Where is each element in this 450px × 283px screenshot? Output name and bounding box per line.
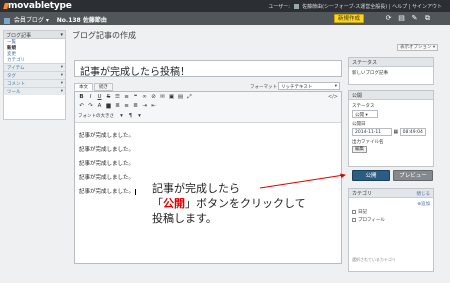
category-panel-header: カテゴリ 閉じる xyxy=(349,189,433,198)
chevron-down-icon: ▾ xyxy=(60,89,63,94)
underline-icon[interactable]: U xyxy=(96,94,103,101)
publish-date-input[interactable]: 2014-11-11 xyxy=(352,128,392,136)
close-link[interactable]: 閉じる xyxy=(417,191,431,197)
publish-panel-header: 公開 xyxy=(349,91,433,100)
new-create-button[interactable]: 新規作成 xyxy=(334,14,365,23)
preview-button[interactable]: プレビュー xyxy=(393,170,433,181)
highlight-icon[interactable]: ▆ xyxy=(105,103,112,110)
avatar[interactable] xyxy=(293,4,299,9)
file-icon[interactable]: ▤ xyxy=(177,94,184,101)
bold-icon[interactable]: B xyxy=(78,94,85,101)
sidebar-section-item[interactable]: アイテム ▾ xyxy=(4,63,65,71)
sidebar-section-tools[interactable]: ツール ▾ xyxy=(4,87,65,95)
publish-panel: 公開 ステータス 公開 ▾ 公開日 2014-11-11 ▦ 08:49:04 … xyxy=(348,90,434,167)
view-site-icon[interactable]: ⧉ xyxy=(424,15,431,22)
editor-tabs: 本文 続き xyxy=(74,83,114,91)
status-value: 新しいブログ記事 xyxy=(352,71,388,76)
annotation-arrow-icon xyxy=(259,173,346,189)
email-icon[interactable]: ✉ xyxy=(159,94,166,101)
category-panel: カテゴリ 閉じる ⊕追加 日記 プロフィール 選択されているカテゴリ xyxy=(348,188,434,272)
indent-icon[interactable]: ⇥ xyxy=(141,103,148,110)
paragraph-icon[interactable]: ¶ xyxy=(127,113,134,120)
add-category-link[interactable]: 追加 xyxy=(421,202,430,207)
user-label: ユーザー: xyxy=(268,4,290,10)
undo-icon[interactable]: ↶ xyxy=(78,103,85,110)
edit-icon[interactable]: ✎ xyxy=(411,15,418,22)
edit-filename-button[interactable]: 編集 xyxy=(352,146,367,153)
entry-number: No.138 佐藤節由 xyxy=(56,17,107,24)
text-color-icon[interactable]: A xyxy=(96,103,103,110)
publish-button[interactable]: 公開 xyxy=(352,170,390,181)
site-selector[interactable]: 会員ブログ ▾ No.138 佐藤節由 xyxy=(4,15,107,24)
category-checkbox[interactable] xyxy=(352,217,356,222)
font-size-select[interactable]: フォントの大きさ xyxy=(78,113,114,119)
status-panel-header: ステータス xyxy=(349,58,433,67)
source-code-icon[interactable]: </> xyxy=(328,94,338,100)
chevron-down-icon: ▾ xyxy=(365,113,368,118)
status-panel: ステータス 新しいブログ記事 xyxy=(348,57,434,85)
unlink-icon[interactable]: ⊘ xyxy=(150,94,157,101)
tab-more[interactable]: 続き xyxy=(94,83,113,91)
display-options-button[interactable]: 表示オプション ▾ xyxy=(397,44,439,51)
chevron-down-icon: ▾ xyxy=(334,84,337,89)
italic-icon[interactable]: I xyxy=(87,94,94,101)
strikethrough-icon[interactable]: S xyxy=(105,94,112,101)
page-title: ブログ記事の作成 xyxy=(72,31,136,40)
sidebar-section-comment[interactable]: コメント ▾ xyxy=(4,79,65,87)
tab-body[interactable]: 本文 xyxy=(74,83,93,91)
user-menu: ユーザー: 佐藤節由(シーフォーブ-ス運営全般長) | ヘルプ | サインアウト xyxy=(268,4,442,10)
text-cursor xyxy=(135,188,137,195)
category-item[interactable]: 日記 xyxy=(352,209,430,215)
chevron-down-icon: ▾ xyxy=(60,73,63,78)
signout-link[interactable]: サインアウト xyxy=(412,4,442,10)
bullet-list-icon[interactable]: ☰ xyxy=(114,94,121,101)
format-label: フォーマット xyxy=(250,85,277,90)
annotation-line-2: 「公開」ボタンをクリックして xyxy=(152,197,306,210)
filename-label: 出力ファイル名 xyxy=(352,140,384,145)
quote-icon[interactable]: ❝ xyxy=(132,94,139,101)
numbered-list-icon[interactable]: ≡ xyxy=(123,94,130,101)
help-link[interactable]: ヘルプ xyxy=(392,4,407,10)
selected-categories-note: 選択されているカテゴリ xyxy=(352,257,396,262)
sidebar-menu: ブログ記事 ▾ 一覧 新規 変更 カテゴリ アイテム ▾ タグ ▾ コメント ▾ ツー… xyxy=(3,30,66,120)
user-icon[interactable]: ▤ xyxy=(398,15,405,22)
body-line: 記事が完成しました。 xyxy=(79,133,135,139)
sidebar-section-tag[interactable]: タグ ▾ xyxy=(4,71,65,79)
sidebar-header[interactable]: ブログ記事 ▾ xyxy=(4,31,65,39)
home-icon xyxy=(4,17,10,24)
redo-icon[interactable]: ↷ xyxy=(87,103,94,110)
category-checkbox[interactable] xyxy=(352,209,356,214)
publish-time-input[interactable]: 08:49:04 xyxy=(399,128,426,136)
fullscreen-icon[interactable]: ⤢ xyxy=(186,94,193,101)
status-label: ステータス xyxy=(352,104,375,109)
body-line: 記事が完成しました。 xyxy=(79,161,135,167)
editor-toolbar: B I U S ☰ ≡ ❝ ∞ ⊘ ✉ ▣ ▤ ⤢ </> ↶ ↷ A ▆ ≣ ≡ ≣ ⇥ ⇤ フォントの大きさ ▾ ¶ ▾ xyxy=(75,92,341,123)
category-item[interactable]: プロフィール xyxy=(352,217,430,223)
align-left-icon[interactable]: ≣ xyxy=(114,103,121,110)
publish-date-label: 公開日 xyxy=(352,122,366,127)
entry-title-input[interactable]: 記事が完成したら投稿！ xyxy=(74,60,342,78)
link-icon[interactable]: ∞ xyxy=(141,94,148,101)
body-line: 記事が完成しました。 xyxy=(79,147,135,153)
user-name-link[interactable]: 佐藤節由(シーフォーブ-ス運営全般長) xyxy=(302,4,387,10)
chevron-down-icon: ▾ xyxy=(120,113,123,119)
align-center-icon[interactable]: ≡ xyxy=(123,103,130,110)
format-select[interactable]: リッチテキスト ▾ xyxy=(278,82,340,90)
blog-nav-bar: 会員ブログ ▾ No.138 佐藤節由 新規作成 ⟳ ▤ ✎ ⧉ xyxy=(0,12,450,25)
site-name: 会員ブログ xyxy=(13,17,44,24)
chevron-down-icon: ▾ xyxy=(60,81,63,86)
status-select[interactable]: 公開 ▾ xyxy=(352,110,378,118)
outdent-icon[interactable]: ⇤ xyxy=(150,103,157,110)
calendar-icon[interactable]: ▦ xyxy=(393,129,398,135)
annotation-line-3: 投稿します。 xyxy=(152,212,217,225)
global-header: movabletype ユーザー: 佐藤節由(シーフォーブ-ス運営全般長) | … xyxy=(0,0,450,12)
chevron-down-icon: ▾ xyxy=(60,32,63,38)
app-logo[interactable]: movabletype xyxy=(8,1,72,11)
chevron-down-icon: ▾ xyxy=(138,113,141,119)
align-right-icon[interactable]: ≣ xyxy=(132,103,139,110)
refresh-icon[interactable]: ⟳ xyxy=(385,15,392,22)
chevron-down-icon: ▾ xyxy=(60,65,63,70)
image-icon[interactable]: ▣ xyxy=(168,94,175,101)
